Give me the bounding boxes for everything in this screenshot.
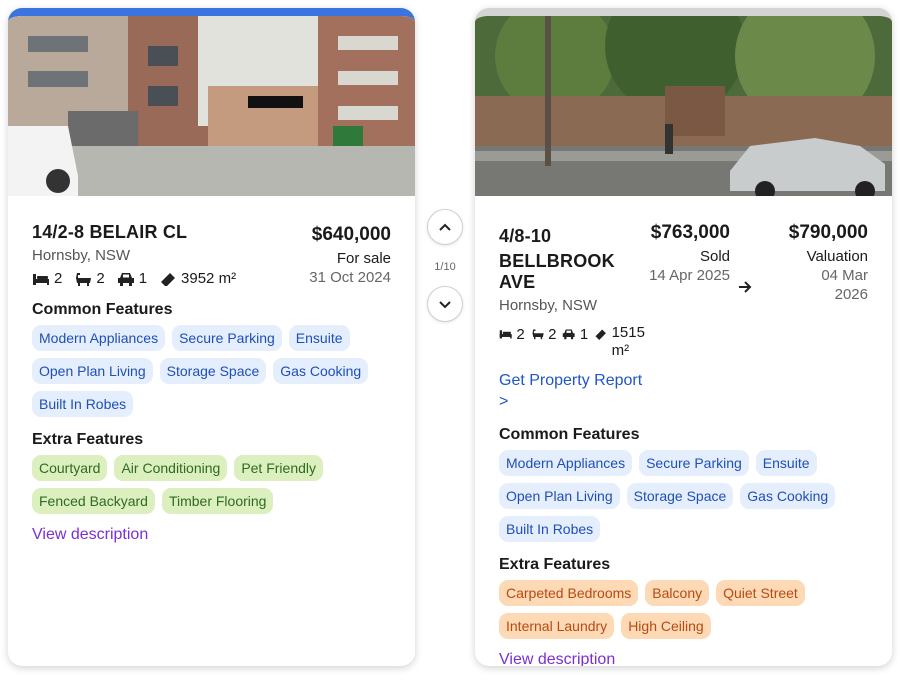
property-suburb: Hornsby, NSW	[32, 247, 131, 264]
get-property-report-link[interactable]: Get Property Report	[499, 370, 645, 391]
sale-status: For sale	[336, 250, 391, 267]
common-features-heading: Common Features	[499, 426, 640, 443]
feature-chip: Internal Laundry	[499, 613, 615, 639]
feature-chip: Quiet Street	[716, 580, 805, 606]
feature-chip: Modern Appliances	[32, 325, 166, 351]
feature-chip: Gas Cooking	[740, 483, 836, 509]
valuation-date-line1: 04 Mar	[821, 267, 868, 284]
sold-status: Sold	[699, 248, 730, 265]
valuation-date-line2: 2026	[834, 286, 868, 303]
car-icon	[563, 329, 576, 340]
feature-chip: High Ceiling	[621, 613, 711, 639]
feature-chip: Pet Friendly	[234, 455, 324, 481]
extra-features-heading: Extra Features	[32, 431, 144, 448]
ruler-icon	[161, 272, 176, 286]
property-address-line1: 4/8-10	[499, 226, 552, 246]
sale-date: 31 Oct 2024	[309, 269, 391, 286]
ruler-icon	[595, 329, 607, 340]
common-features-list: Modern Appliances Secure Parking Ensuite…	[499, 450, 868, 542]
slide-counter: 1/10	[434, 261, 456, 273]
feature-chip: Storage Space	[159, 358, 267, 384]
extra-features-list: Carpeted Bedrooms Balcony Quiet Street I…	[499, 580, 868, 639]
beds-count: 2	[516, 326, 525, 343]
property-photo	[475, 16, 892, 196]
land-area: 3952 m²	[181, 270, 237, 287]
property-card-right[interactable]: 4/8-10 BELLBROOK AVE Hornsby, NSW 2 2 1 …	[475, 8, 892, 666]
common-features-list: Modern Appliances Secure Parking Ensuite…	[32, 325, 391, 417]
property-address: 14/2-8 BELAIR CL	[32, 222, 188, 242]
cars-count: 1	[138, 270, 148, 287]
feature-chip: Gas Cooking	[273, 358, 369, 384]
cars-count: 1	[579, 326, 589, 343]
feature-chip: Modern Appliances	[499, 450, 633, 476]
property-specs: 2 2 1 1515 m²	[499, 324, 645, 360]
chevron-down-icon	[439, 301, 451, 309]
feature-chip: Built In Robes	[499, 516, 601, 542]
property-price: $640,000	[311, 224, 391, 245]
view-description-link[interactable]: View description	[32, 526, 148, 544]
next-button[interactable]	[427, 286, 463, 322]
sold-price: $763,000	[650, 222, 730, 243]
property-suburb: Hornsby, NSW	[499, 297, 598, 314]
feature-chip: Built In Robes	[32, 391, 134, 417]
feature-chip: Timber Flooring	[161, 488, 274, 514]
bath-icon	[76, 272, 92, 286]
bed-icon	[499, 330, 512, 339]
get-property-report-arrow[interactable]: >	[499, 391, 645, 412]
extra-features-heading: Extra Features	[499, 556, 611, 573]
feature-chip: Balcony	[645, 580, 710, 606]
bed-icon	[33, 273, 49, 285]
property-specs: 2 2 1 3952 m²	[32, 270, 236, 287]
property-photo	[8, 16, 415, 196]
feature-chip: Courtyard	[32, 455, 108, 481]
sold-date: 14 Apr 2025	[649, 267, 730, 284]
property-address-line2: BELLBROOK AVE	[499, 251, 615, 292]
feature-chip: Open Plan Living	[499, 483, 620, 509]
beds-count: 2	[54, 270, 63, 287]
valuation-status: Valuation	[806, 248, 868, 265]
car-icon	[117, 272, 134, 286]
feature-chip: Carpeted Bedrooms	[499, 580, 639, 606]
feature-chip: Fenced Backyard	[32, 488, 155, 514]
feature-chip: Storage Space	[626, 483, 734, 509]
bath-icon	[532, 329, 544, 340]
baths-count: 2	[96, 270, 105, 287]
feature-chip: Ensuite	[755, 450, 817, 476]
view-description-link[interactable]: View description	[499, 651, 615, 666]
feature-chip: Secure Parking	[639, 450, 749, 476]
previous-button[interactable]	[427, 209, 463, 245]
common-features-heading: Common Features	[32, 301, 173, 318]
feature-chip: Ensuite	[288, 325, 350, 351]
land-area-value: 1515	[611, 324, 645, 341]
feature-chip: Secure Parking	[172, 325, 282, 351]
baths-count: 2	[548, 326, 557, 343]
land-area-unit: m²	[611, 342, 630, 359]
arrow-right-icon	[739, 281, 752, 293]
extra-features-list: Courtyard Air Conditioning Pet Friendly …	[32, 455, 391, 514]
valuation-price: $790,000	[788, 222, 868, 243]
property-card-left[interactable]: 14/2-8 BELAIR CL Hornsby, NSW 2 2 1 3952…	[8, 8, 415, 666]
feature-chip: Open Plan Living	[32, 358, 153, 384]
chevron-up-icon	[439, 223, 451, 231]
feature-chip: Air Conditioning	[114, 455, 228, 481]
